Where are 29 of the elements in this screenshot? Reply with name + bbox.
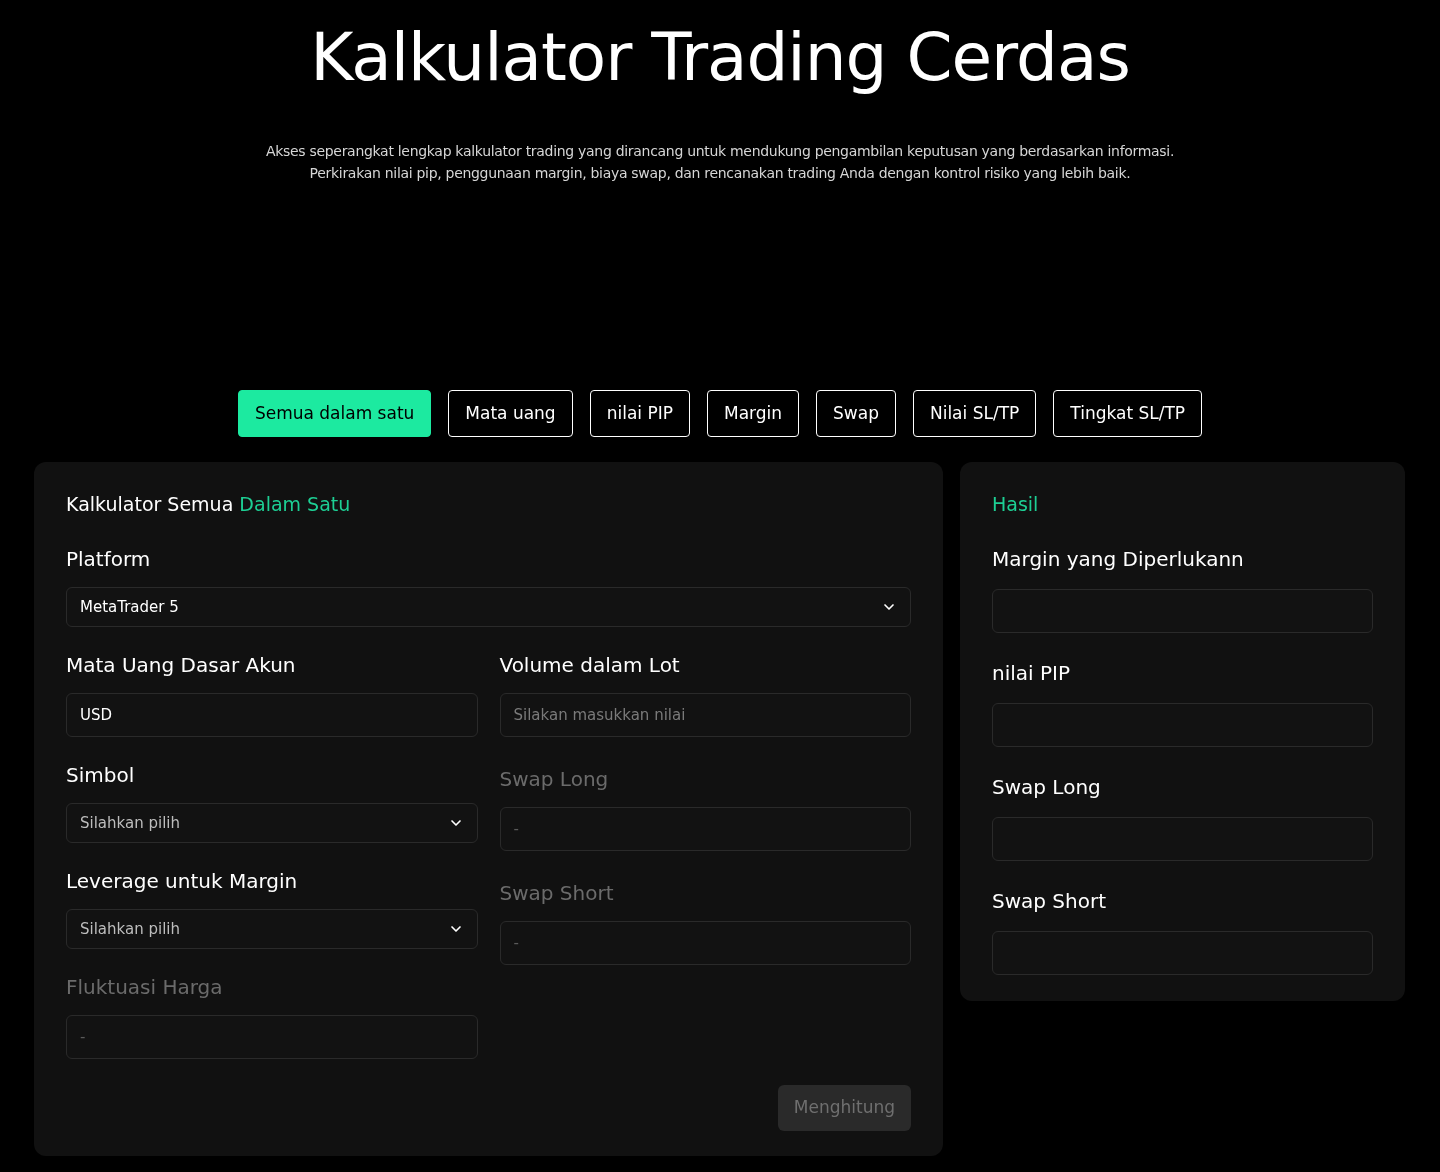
field-label: Fluktuasi Harga — [66, 974, 224, 1001]
field-label: Simbol — [66, 762, 136, 789]
calculator-tab[interactable]: Tingkat SL/TP — [1053, 390, 1203, 437]
select-field[interactable]: MetaTrader 5 — [66, 587, 911, 627]
page-subtitle: Akses seperangkat lengkap kalkulator trading yang dirancang untuk mendukung pengambilan keputusan yang berdasarkan informasi. — [265, 142, 1175, 161]
card-title: Kalkulator Semua Dalam Satu — [66, 492, 352, 517]
field-label: Volume dalam Lot — [499, 652, 681, 679]
result-label: Margin yang Diperlukann — [992, 546, 1245, 573]
calculator-tab[interactable]: nilai PIP — [589, 390, 690, 437]
result-label: nilai PIP — [992, 660, 1071, 687]
select-field[interactable]: Silahkan pilih — [66, 909, 478, 949]
result-label: Swap Short — [992, 888, 1108, 915]
field-label: Swap Short — [499, 880, 615, 907]
result-label: Swap Long — [992, 774, 1102, 801]
input-field[interactable]: USD — [66, 693, 478, 737]
calculator-tab[interactable]: Margin — [706, 390, 800, 437]
field-label: Swap Long — [499, 766, 610, 793]
input-field[interactable]: Silakan masukkan nilai — [499, 693, 911, 737]
calculator-tab[interactable]: Mata uang — [448, 390, 573, 437]
page-title: Kalkulator Trading Cerdas — [310, 18, 1130, 98]
field-label: Platform — [66, 546, 152, 573]
calculator-tab[interactable]: Semua dalam satu — [237, 390, 432, 437]
calculator-tab[interactable]: Nilai SL/TP — [912, 390, 1037, 437]
calculator-tab[interactable]: Swap — [816, 390, 896, 437]
results-title: Hasil — [992, 492, 1040, 517]
select-field[interactable]: Silahkan pilih — [66, 803, 478, 843]
page-subtitle: Perkirakan nilai pip, penggunaan margin, biaya swap, dan rencanakan trading Anda dengan kontrol risiko yang lebih baik. — [309, 164, 1131, 183]
field-label: Mata Uang Dasar Akun — [66, 652, 297, 679]
field-label: Leverage untuk Margin — [66, 868, 299, 895]
